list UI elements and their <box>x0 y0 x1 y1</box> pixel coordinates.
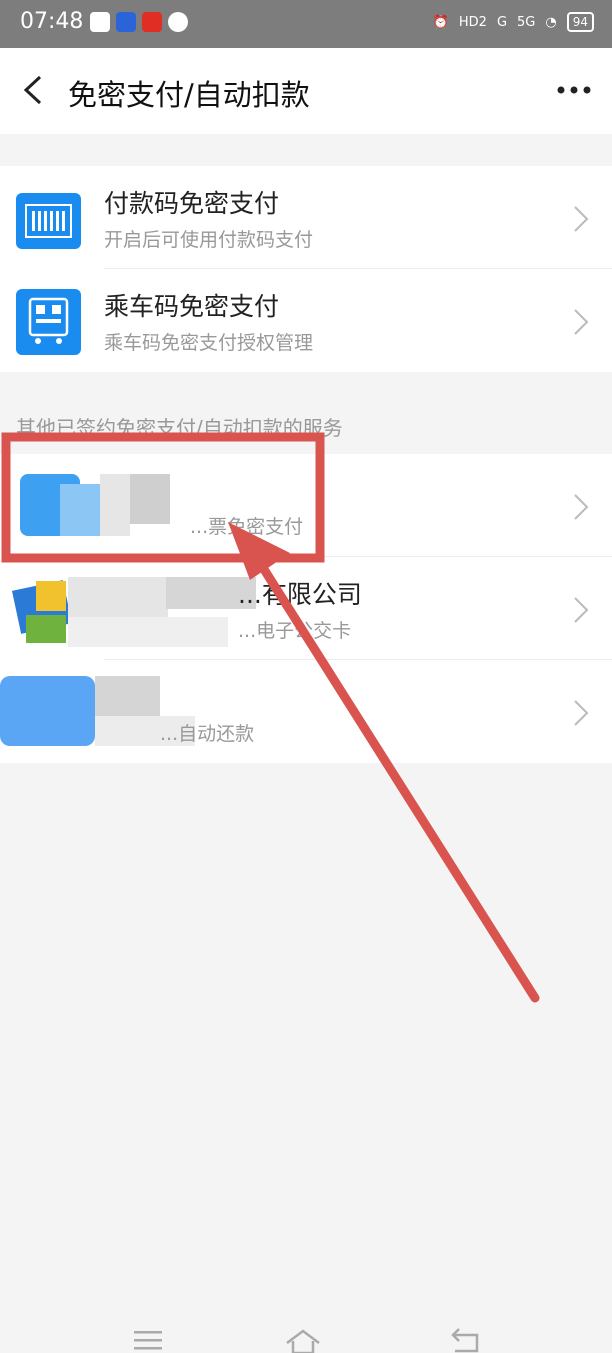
other-services-card: ...票免密支付 ...有限公司 ...电子公交卡 ...自动还款 <box>0 454 612 763</box>
speed-app-icon <box>168 12 188 32</box>
list-item-service-1[interactable]: ...票免密支付 <box>0 454 612 557</box>
item-title: 乘车码免密支付 <box>104 292 280 321</box>
chevron-right-icon <box>574 494 589 520</box>
status-indicators: ⏰ HD2 G 5G ◔ 94 <box>433 12 594 32</box>
signal-5g: 5G <box>517 14 536 30</box>
list-item-bus-code[interactable]: 乘车码免密支付 乘车码免密支付授权管理 <box>0 269 612 372</box>
list-item-service-3[interactable]: ...自动还款 <box>0 660 612 763</box>
blurred-app-icon <box>20 474 170 536</box>
home-icon[interactable] <box>283 1325 323 1353</box>
item-subtitle: 开启后可使用付款码支付 <box>104 229 314 251</box>
alarm-icon: ⏰ <box>432 14 449 30</box>
chevron-left-icon[interactable] <box>18 73 52 107</box>
menu-icon[interactable] <box>128 1325 168 1353</box>
chevron-right-icon <box>574 206 589 232</box>
status-bar: 07:48 ⏰ HD2 G 5G ◔ 94 <box>0 0 612 48</box>
item-subtitle: ...电子公交卡 <box>238 620 352 642</box>
chevron-right-icon <box>574 700 589 726</box>
chevron-right-icon <box>574 597 589 623</box>
list-item-payment-code[interactable]: 付款码免密支付 开启后可使用付款码支付 <box>0 166 612 269</box>
main-payment-card: 付款码免密支付 开启后可使用付款码支付 乘车码免密支付 乘车码免密支付授权管理 <box>0 166 612 372</box>
item-subtitle: ...票免密支付 <box>190 516 304 538</box>
section-label: 其他已签约免密支付/自动扣款的服务 <box>16 416 343 440</box>
baidu-app-icon <box>116 12 136 32</box>
item-title: ...有限公司 <box>238 580 362 609</box>
status-app-icons <box>90 12 188 32</box>
chevron-right-icon <box>574 309 589 335</box>
signal-g: G <box>496 14 508 30</box>
item-subtitle: 乘车码免密支付授权管理 <box>104 332 314 354</box>
blurred-app-icon <box>11 577 261 647</box>
battery-indicator: 94 <box>566 12 594 32</box>
wifi-icon: ◔ <box>545 14 557 30</box>
item-title: 付款码免密支付 <box>104 189 280 218</box>
back-nav-icon[interactable] <box>445 1325 485 1353</box>
pinduoduo-app-icon <box>142 12 162 32</box>
video-app-icon <box>90 12 110 32</box>
hd-badge: HD2 <box>458 14 487 30</box>
bus-qr-icon <box>16 289 81 355</box>
app-header: 免密支付/自动扣款 <box>0 48 612 134</box>
item-subtitle: ...自动还款 <box>160 723 255 745</box>
more-dots-icon[interactable] <box>556 78 592 102</box>
page-title: 免密支付/自动扣款 <box>68 78 310 112</box>
list-item-service-2[interactable]: ...有限公司 ...电子公交卡 <box>0 557 612 660</box>
system-nav-bar <box>0 1303 612 1353</box>
status-time: 07:48 <box>20 9 84 34</box>
barcode-icon <box>16 193 81 249</box>
